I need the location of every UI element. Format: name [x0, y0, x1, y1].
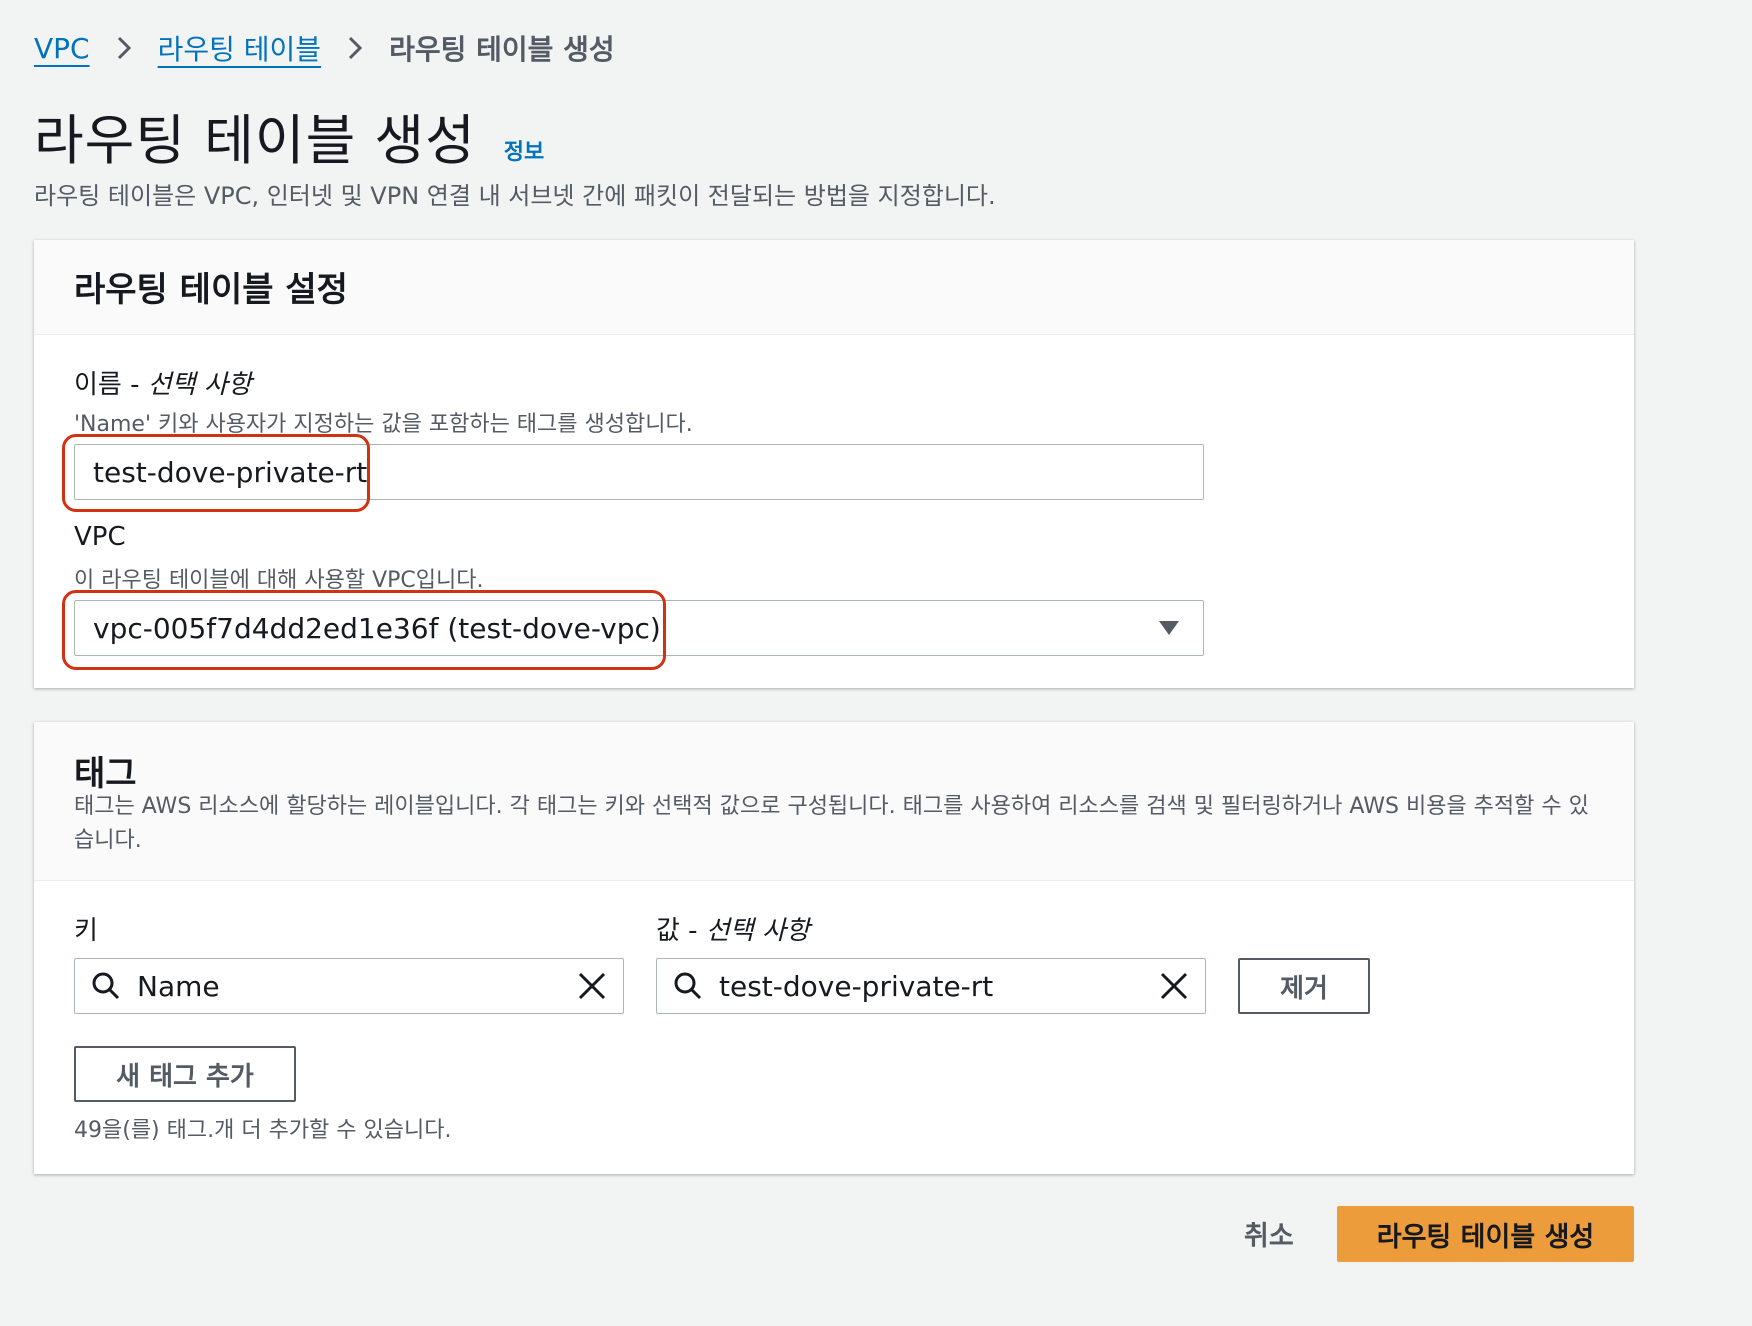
tag-key-value: Name	[137, 969, 220, 1003]
tags-description: 태그는 AWS 리소스에 할당하는 레이블입니다. 각 태그는 키와 선택적 값…	[74, 794, 1589, 853]
vpc-select[interactable]: vpc-005f7d4dd2ed1e36f (test-dove-vpc)	[74, 600, 1204, 656]
vpc-label: VPC	[74, 522, 126, 552]
tags-remaining-note: 49을(를) 태그.개 더 추가할 수 있습니다.	[74, 1118, 452, 1143]
tags-panel-header: 태그 태그는 AWS 리소스에 할당하는 레이블입니다. 각 태그는 키와 선택…	[34, 722, 1634, 881]
tag-value-label: 값 - 선택 사항	[656, 910, 810, 947]
breadcrumb-link-route-tables[interactable]: 라우팅 테이블	[158, 28, 321, 68]
chevron-right-icon	[347, 34, 363, 62]
tag-value-label-text: 값 -	[656, 916, 706, 946]
breadcrumb-current: 라우팅 테이블 생성	[389, 33, 615, 66]
name-label-text: 이름 -	[74, 370, 148, 400]
info-link[interactable]: 정보	[504, 134, 544, 166]
close-icon[interactable]	[575, 969, 609, 1003]
route-table-settings-panel: 라우팅 테이블 설정 이름 - 선택 사항 'Name' 키와 사용자가 지정하…	[34, 240, 1634, 688]
tag-value-input[interactable]: test-dove-private-rt	[656, 958, 1206, 1014]
vpc-select-value: vpc-005f7d4dd2ed1e36f (test-dove-vpc)	[93, 611, 661, 645]
search-icon	[91, 971, 121, 1001]
tag-key-label: 키	[74, 916, 98, 946]
name-input-value: test-dove-private-rt	[93, 455, 368, 489]
add-tag-button[interactable]: 새 태그 추가	[74, 1046, 296, 1102]
chevron-right-icon	[116, 34, 132, 62]
cancel-button[interactable]: 취소	[1244, 1214, 1294, 1253]
search-icon	[673, 971, 703, 1001]
create-route-table-button[interactable]: 라우팅 테이블 생성	[1337, 1206, 1634, 1262]
breadcrumb: VPC 라우팅 테이블 라우팅 테이블 생성	[34, 28, 615, 68]
settings-panel-header: 라우팅 테이블 설정	[34, 240, 1634, 335]
breadcrumb-link-vpc[interactable]: VPC	[34, 32, 90, 65]
tag-value-value: test-dove-private-rt	[719, 969, 994, 1003]
page-description: 라우팅 테이블은 VPC, 인터넷 및 VPN 연결 내 서브넷 간에 패킷이 …	[34, 182, 996, 210]
tag-key-input[interactable]: Name	[74, 958, 624, 1014]
page-header: 라우팅 테이블 생성 정보	[34, 96, 544, 175]
name-input[interactable]: test-dove-private-rt	[74, 444, 1204, 500]
remove-tag-button[interactable]: 제거	[1238, 958, 1370, 1014]
name-label-optional: 선택 사항	[147, 370, 252, 400]
vpc-description: 이 라우팅 테이블에 대해 사용할 VPC입니다.	[74, 568, 484, 593]
page-title: 라우팅 테이블 생성	[34, 109, 476, 172]
settings-panel-title: 라우팅 테이블 설정	[74, 270, 348, 310]
close-icon[interactable]	[1157, 969, 1191, 1003]
name-label: 이름 - 선택 사항	[74, 364, 252, 401]
tag-value-label-optional: 선택 사항	[705, 916, 810, 946]
name-description: 'Name' 키와 사용자가 지정하는 값을 포함하는 태그를 생성합니다.	[74, 412, 693, 437]
tags-panel-title: 태그	[74, 754, 137, 794]
tags-panel: 태그 태그는 AWS 리소스에 할당하는 레이블입니다. 각 태그는 키와 선택…	[34, 722, 1634, 1174]
caret-down-icon	[1157, 619, 1181, 637]
